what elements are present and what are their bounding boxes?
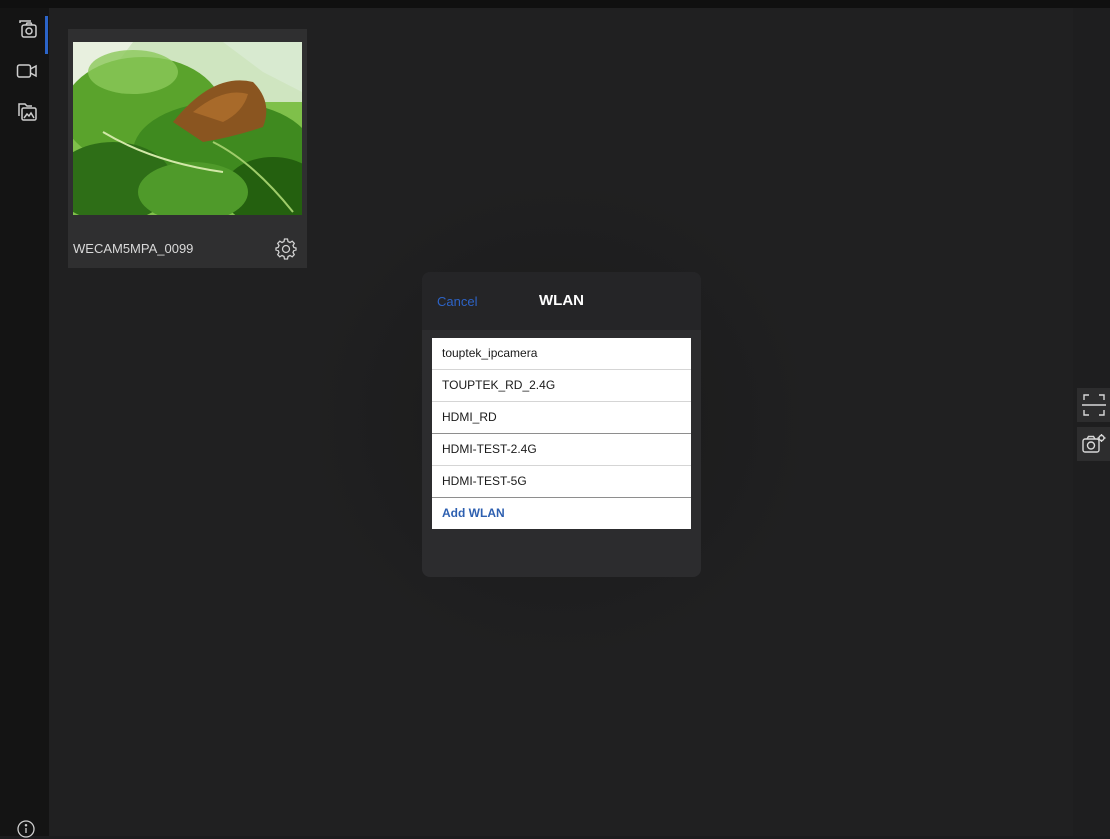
camera-name: WECAM5MPA_0099 [73, 241, 194, 256]
wlan-network-item[interactable]: HDMI-TEST-2.4G [432, 434, 691, 466]
add-wlan-button[interactable]: Add WLAN [432, 498, 691, 529]
info-icon[interactable] [16, 819, 36, 839]
wlan-network-item[interactable]: HDMI-TEST-5G [432, 466, 691, 498]
wlan-network-item[interactable]: TOUPTEK_RD_2.4G [432, 370, 691, 402]
gear-icon[interactable] [273, 236, 299, 262]
camera-settings-icon[interactable] [1077, 427, 1110, 461]
active-indicator [45, 16, 48, 54]
dialog-header: WLAN Cancel [422, 272, 701, 330]
camera-card-footer: WECAM5MPA_0099 [68, 229, 307, 268]
wlan-network-item[interactable]: touptek_ipcamera [432, 338, 691, 370]
camera-card[interactable]: WECAM5MPA_0099 [68, 29, 307, 268]
video-camera-icon[interactable] [15, 60, 39, 82]
right-toolbar [1073, 8, 1110, 836]
wlan-network-item[interactable]: HDMI_RD [432, 402, 691, 434]
image-folder-icon[interactable] [15, 100, 39, 122]
wlan-dialog: WLAN Cancel touptek_ipcamera TOUPTEK_RD_… [422, 272, 701, 577]
scan-icon[interactable] [1077, 388, 1110, 422]
camera-preview-image[interactable] [73, 42, 302, 215]
wlan-network-list: touptek_ipcamera TOUPTEK_RD_2.4G HDMI_RD… [432, 338, 691, 529]
camera-gallery-icon[interactable] [15, 18, 39, 40]
left-sidebar [0, 8, 49, 839]
top-status-strip [0, 0, 1110, 8]
cancel-button[interactable]: Cancel [437, 294, 477, 309]
